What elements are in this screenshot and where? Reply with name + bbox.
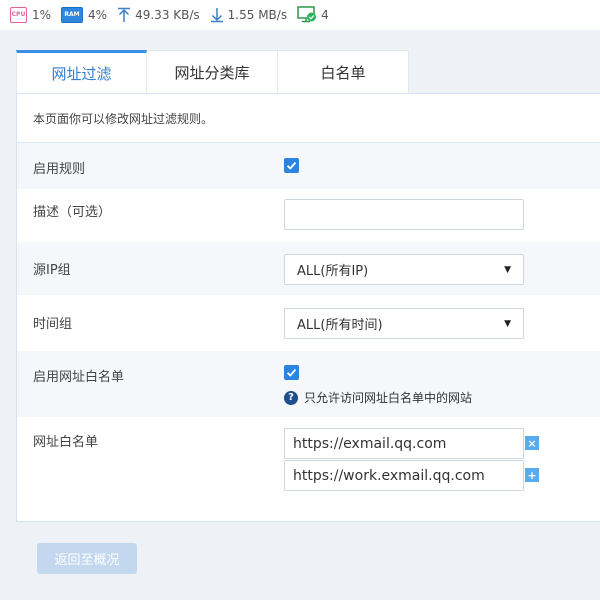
- download-arrow-icon: [210, 8, 223, 23]
- ram-stat: RAM 4%: [61, 7, 107, 23]
- rule-form-panel: 本页面你可以修改网址过滤规则。 启用规则 描述（可选） 源IP组 ALL(所有I…: [16, 93, 600, 522]
- status-bar: CPU 1% RAM 4% 49.33 KB/s 1.55 MB/s 4: [0, 0, 600, 30]
- description-label: 描述（可选）: [33, 205, 112, 220]
- tab-url-filter[interactable]: 网址过滤: [16, 50, 147, 93]
- back-to-overview-button[interactable]: 返回至概况: [37, 543, 137, 574]
- checkmark-icon: [286, 161, 297, 170]
- connection-monitor-icon: [297, 6, 317, 23]
- rule-editor-card: 网址过滤 网址分类库 白名单 本页面你可以修改网址过滤规则。 启用规则 描述（可…: [16, 50, 600, 522]
- whitelist-label: 网址白名单: [33, 435, 99, 450]
- enable-whitelist-row: 启用网址白名单 ? 只允许访问网址白名单中的网站: [17, 351, 600, 417]
- source-ip-row: 源IP组 ALL(所有IP) ▼: [17, 242, 600, 295]
- time-group-label: 时间组: [33, 317, 73, 332]
- cpu-icon: CPU: [10, 7, 27, 23]
- time-group-value: ALL(所有时间): [297, 318, 383, 333]
- connections-count: 4: [321, 8, 329, 22]
- remove-url-button[interactable]: ×: [525, 436, 539, 450]
- enable-whitelist-label: 启用网址白名单: [33, 370, 125, 385]
- upload-arrow-icon: [118, 7, 131, 22]
- source-ip-label: 源IP组: [33, 263, 71, 278]
- tab-bar: 网址过滤 网址分类库 白名单: [16, 50, 409, 93]
- upload-speed: 49.33 KB/s: [135, 8, 200, 22]
- enable-rule-label: 启用规则: [33, 162, 86, 177]
- enable-rule-checkbox[interactable]: [284, 158, 299, 173]
- time-group-select[interactable]: ALL(所有时间) ▼: [284, 308, 524, 339]
- description-row: 描述（可选）: [17, 189, 600, 242]
- whitelist-urls-row: 网址白名单 https://exmail.qq.com × https://wo…: [17, 417, 600, 523]
- description-input[interactable]: [284, 199, 524, 230]
- add-url-button[interactable]: +: [525, 468, 539, 482]
- tab-whitelist[interactable]: 白名单: [278, 50, 409, 93]
- caret-down-icon: ▼: [504, 318, 511, 329]
- connections-stat: 4: [297, 6, 329, 24]
- whitelist-url-input[interactable]: https://work.exmail.qq.com: [284, 460, 524, 491]
- tab-url-category[interactable]: 网址分类库: [147, 50, 278, 93]
- ram-usage: 4%: [88, 8, 108, 22]
- page-description: 本页面你可以修改网址过滤规则。: [17, 94, 600, 143]
- whitelist-hint: ? 只允许访问网址白名单中的网站: [284, 389, 472, 406]
- upload-stat: 49.33 KB/s: [117, 7, 200, 23]
- ram-icon: RAM: [61, 7, 84, 23]
- enable-whitelist-control: ? 只允许访问网址白名单中的网站: [284, 365, 472, 406]
- source-ip-select[interactable]: ALL(所有IP) ▼: [284, 254, 524, 285]
- source-ip-value: ALL(所有IP): [297, 264, 369, 279]
- download-speed: 1.55 MB/s: [227, 8, 288, 22]
- whitelist-url-input[interactable]: https://exmail.qq.com: [284, 428, 524, 459]
- cpu-stat: CPU 1%: [10, 7, 51, 23]
- whitelist-hint-text: 只允许访问网址白名单中的网站: [304, 391, 473, 405]
- enable-rule-row: 启用规则: [17, 143, 600, 189]
- checkmark-icon: [286, 368, 297, 377]
- question-icon: ?: [284, 390, 298, 405]
- time-group-row: 时间组 ALL(所有时间) ▼: [17, 295, 600, 351]
- download-stat: 1.55 MB/s: [210, 7, 287, 23]
- cpu-usage: 1%: [32, 8, 52, 22]
- enable-whitelist-checkbox[interactable]: [284, 365, 299, 380]
- caret-down-icon: ▼: [504, 264, 511, 275]
